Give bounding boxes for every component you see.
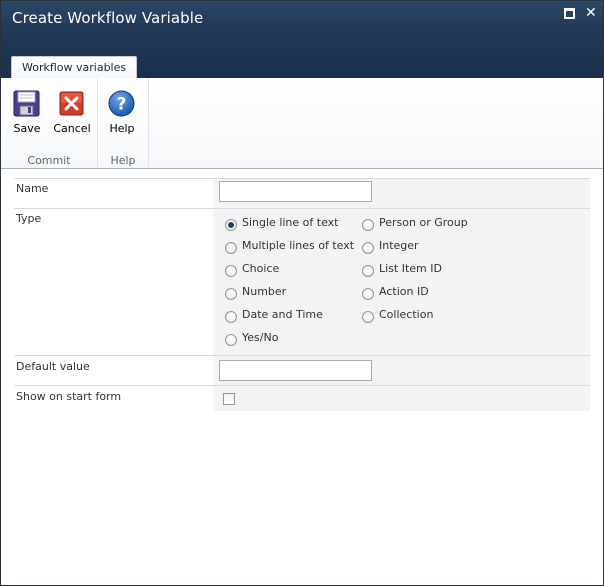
radio-collection[interactable] (362, 311, 374, 323)
default-value-input[interactable] (219, 360, 372, 381)
group-label-commit: Commit (27, 154, 71, 167)
question-mark-icon: ? (108, 90, 135, 117)
row-divider (14, 355, 590, 356)
radio-yes-no[interactable] (225, 334, 237, 346)
show-on-start-form-checkbox[interactable] (223, 393, 235, 405)
close-icon[interactable]: ✕ (585, 6, 597, 20)
ribbon: Save Cancel Commit ? Help Help (1, 78, 603, 169)
help-label: Help (109, 122, 135, 135)
floppy-disk-icon (13, 90, 40, 117)
row-divider (14, 208, 590, 209)
help-button[interactable]: ? Help (100, 88, 144, 138)
radio-multiple-lines-of-text[interactable] (225, 242, 237, 254)
option-label: Multiple lines of text (242, 239, 355, 252)
maximize-icon[interactable] (564, 8, 575, 19)
tab-workflow-variables[interactable]: Workflow variables (11, 56, 138, 79)
type-label: Type (16, 212, 42, 225)
option-label: Date and Time (242, 308, 323, 321)
red-x-icon (59, 91, 84, 116)
radio-choice[interactable] (225, 265, 237, 277)
option-label: Person or Group (379, 216, 468, 229)
radio-person-or-group[interactable] (362, 219, 374, 231)
option-label: Single line of text (242, 216, 339, 229)
radio-number[interactable] (225, 288, 237, 300)
show-on-start-form-label: Show on start form (16, 390, 122, 403)
option-label: Number (242, 285, 287, 298)
option-label: Action ID (379, 285, 429, 298)
title-bar: Create Workflow Variable ✕ Workflow vari… (1, 1, 603, 79)
radio-action-id[interactable] (362, 288, 374, 300)
save-button[interactable]: Save (5, 88, 49, 138)
svg-text:?: ? (117, 95, 127, 115)
option-label: Collection (379, 308, 434, 321)
save-label: Save (13, 122, 41, 135)
group-divider (148, 78, 149, 167)
name-label: Name (16, 182, 49, 195)
dialog-window: Create Workflow Variable ✕ Workflow vari… (0, 0, 604, 586)
option-label: Yes/No (242, 331, 279, 344)
row-divider (14, 178, 590, 179)
option-label: Integer (379, 239, 419, 252)
cancel-button[interactable]: Cancel (50, 88, 94, 138)
option-label: List Item ID (379, 262, 442, 275)
dialog-title: Create Workflow Variable (12, 9, 204, 27)
name-input[interactable] (219, 181, 372, 202)
row-divider (14, 385, 590, 386)
radio-single-line-of-text[interactable] (225, 219, 237, 231)
group-label-help: Help (110, 154, 136, 167)
default-value-label: Default value (16, 360, 90, 373)
option-label: Choice (242, 262, 280, 275)
radio-date-and-time[interactable] (225, 311, 237, 323)
radio-integer[interactable] (362, 242, 374, 254)
cancel-label: Cancel (53, 122, 91, 135)
radio-list-item-id[interactable] (362, 265, 374, 277)
